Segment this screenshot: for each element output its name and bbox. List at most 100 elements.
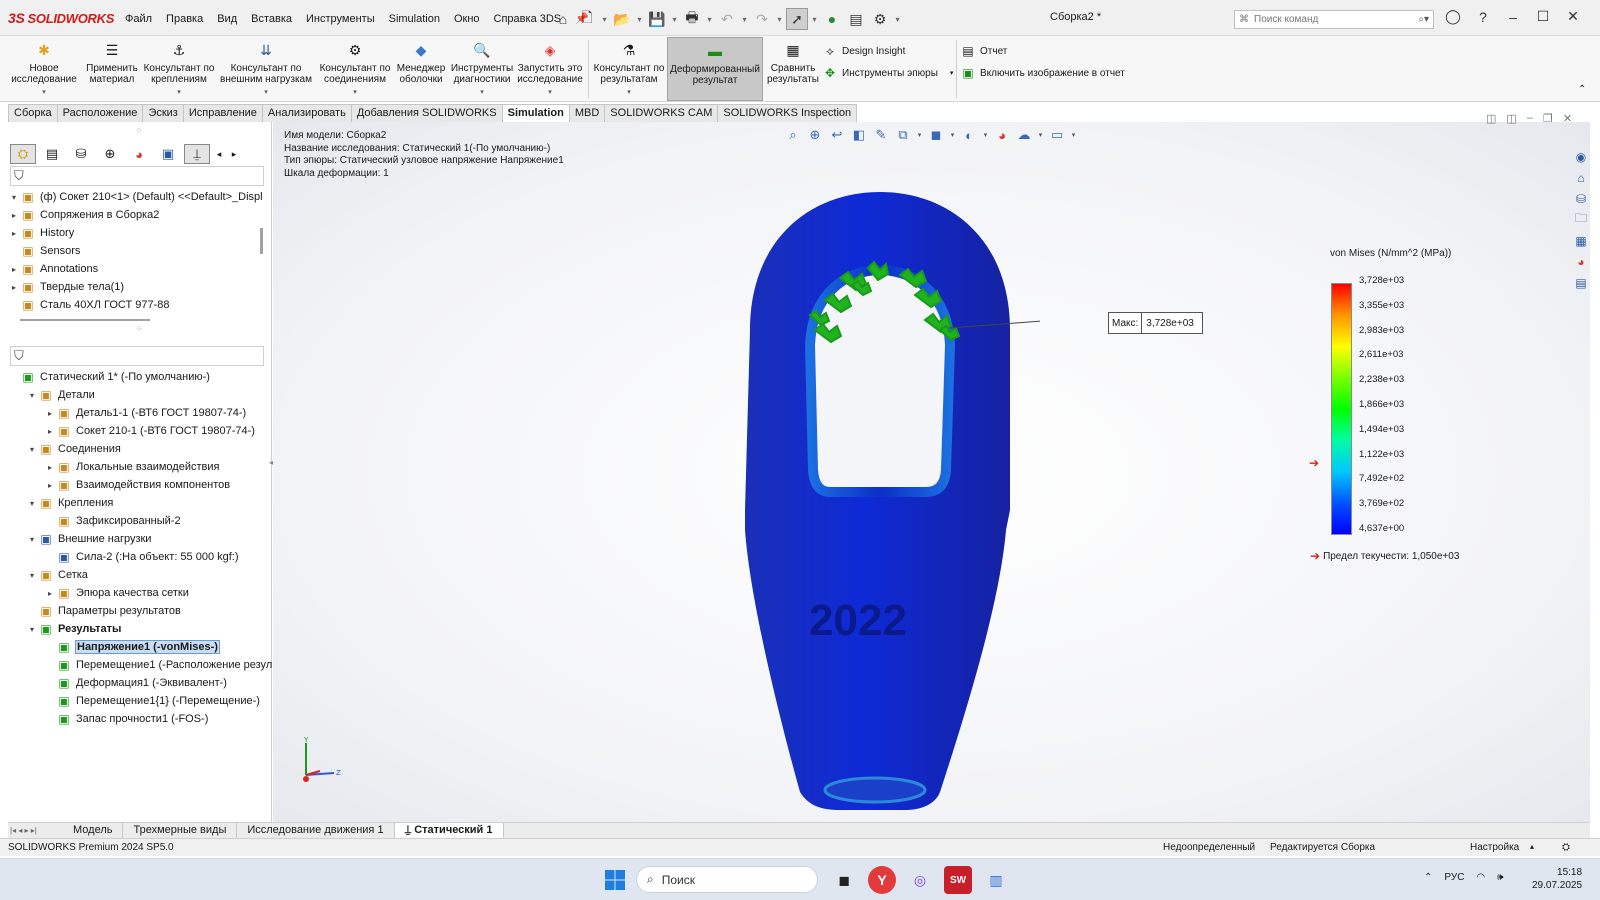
tree-item[interactable]: ▸ ▣ Локальные взаимодействия [8,458,300,476]
tree-item[interactable]: ▣ Запас прочности1 (-FOS-) [8,710,300,728]
chevron-down-icon[interactable]: ▾ [627,87,631,98]
diagnostic-tools-button[interactable]: 🔍 Инструменты диагностики ▾ [450,40,514,100]
filter-icon[interactable]: ⛉ [14,348,24,364]
menu-tools[interactable]: Инструменты [299,10,382,28]
tab-motion-study[interactable]: Исследование движения 1 [237,823,395,838]
tree-item[interactable]: ▾ ▣ (ф) Сокет 210<1> (Default) <<Default>_… [8,188,264,206]
minimize-icon[interactable]: – [1502,9,1524,25]
display-style-icon[interactable]: ◼ [927,127,945,143]
maximize-icon[interactable]: ☐ [1532,8,1554,25]
configuration-manager-tab-icon[interactable]: ⛁ [68,144,94,164]
feature-manager-tab-icon[interactable]: ⛭ [10,144,36,164]
tree-item[interactable]: ▣ Зафиксированный-2 [8,512,300,530]
tree-item[interactable]: ▣ Сталь 40ХЛ ГОСТ 977-88 [8,296,264,314]
close-icon[interactable]: ✕ [1563,112,1572,125]
rebuild-icon[interactable]: ⛭ [1562,842,1570,853]
chevron-down-icon[interactable]: ▾ [353,87,357,98]
chevron-down-icon[interactable]: ▾ [264,87,268,98]
language-indicator[interactable]: РУС [1444,872,1464,883]
tree-item[interactable]: ▾ ▣ Внешние нагрузки [8,530,300,548]
tab-layout[interactable]: Расположение [56,104,144,122]
next-view-icon[interactable]: ◫ [1506,112,1516,125]
external-loads-advisor-button[interactable]: ⇊ Консультант по внешним нагрузкам ▾ [218,40,314,100]
chevron-down-icon[interactable]: ▾ [740,15,749,24]
tree-item[interactable]: ▸ ▣ Деталь1-1 (-ВТ6 ГОСТ 19807-74-) [8,404,300,422]
monitor-icon[interactable]: ▭ [1048,127,1066,143]
gear-icon[interactable]: ⚙ [869,8,891,30]
view-orientation-icon[interactable]: ⧉ [894,127,912,143]
chevron-down-icon[interactable]: ▾ [810,15,819,24]
open-icon[interactable]: 📂 [611,8,633,30]
new-study-button[interactable]: ✱ Новое исследование ▾ [10,40,78,100]
tree-item[interactable]: ▸ ▣ Твердые тела(1) [8,278,264,296]
solidworks-logo[interactable]: 3S SOLIDWORKS [8,9,114,27]
expand-toggle-icon[interactable]: ▸ [44,589,56,598]
tab-mbd[interactable]: MBD [568,104,606,122]
appearance-icon[interactable]: ◕ [993,128,1011,143]
menu-file[interactable]: Файл [118,10,159,28]
expand-toggle-icon[interactable]: ▸ [44,409,56,418]
file-properties-icon[interactable]: ▤ [845,8,867,30]
tree-item[interactable]: ▣ Параметры результатов [8,602,300,620]
user-icon[interactable]: ◯ [1442,8,1464,25]
wifi-icon[interactable]: ◠ [1476,872,1485,883]
fixtures-advisor-button[interactable]: ⚓ Консультант по креплениям ▾ [142,40,216,100]
traffic-light-icon[interactable]: ● [821,8,843,30]
browser-icon[interactable]: ◎ [906,866,934,894]
tree-item[interactable]: ▾ ▣ Сетка [8,566,300,584]
tree-item[interactable]: ▾ ▣ Детали [8,386,300,404]
zoom-to-area-icon[interactable]: ⊕ [806,127,824,143]
expand-toggle-icon[interactable]: ▸ [44,481,56,490]
expand-toggle-icon[interactable]: ▾ [26,391,38,400]
tree-item[interactable]: ▸ ▣ Взаимодействия компонентов [8,476,300,494]
chevron-down-icon[interactable]: ▾ [916,131,923,139]
home-icon[interactable]: ⌂ [1572,169,1590,186]
taskbar-search[interactable]: ⌕ Поиск [636,866,818,893]
file-explorer-icon[interactable]: 🗀 [1572,211,1590,228]
command-search-input[interactable]: ⌘ Поиск команд ⌕▾ [1234,10,1434,29]
run-study-button[interactable]: ◈ Запустить это исследование ▾ [516,40,584,100]
simulation-tab-icon[interactable]: ⍊ [184,144,210,164]
chevron-down-icon[interactable]: ▾ [982,131,989,139]
tab-3d-views[interactable]: Трехмерные виды [123,823,238,838]
expand-toggle-icon[interactable]: ▾ [8,193,20,202]
tab-assembly[interactable]: Сборка [8,104,58,122]
select-icon[interactable]: ➚ [786,8,808,30]
design-insight-button[interactable]: ⟡ Design Insight [822,42,905,60]
print-icon[interactable]: 🖶 [681,8,703,30]
solidworks-taskbar-icon[interactable]: SW [944,866,972,894]
report-button[interactable]: ▤ Отчет [960,42,1007,60]
expand-toggle-icon[interactable]: ▾ [26,445,38,454]
prev-view-icon[interactable]: ◫ [1486,112,1496,125]
tab-model[interactable]: Модель [63,823,124,838]
view-palette-icon[interactable]: ▦ [1572,232,1590,249]
simulation-tree-filter[interactable]: ⛉ [10,346,264,366]
expand-toggle-icon[interactable]: ▾ [26,535,38,544]
tab-repair[interactable]: Исправление [182,104,263,122]
menu-insert[interactable]: Вставка [244,10,299,28]
tree-item[interactable]: ▸ ▣ Сокет 210-1 (-ВТ6 ГОСТ 19807-74-) [8,422,300,440]
tree-item[interactable]: ▣ Сила-2 (:На объект: 55 000 kgf:) [8,548,300,566]
help-icon[interactable]: ? [1472,9,1494,25]
close-icon[interactable]: ✕ [1562,8,1584,25]
chevron-down-icon[interactable]: ▾ [42,87,46,98]
dynamic-annotation-icon[interactable]: ✎ [872,127,890,143]
clock[interactable]: 15:18 29.07.2025 [1532,866,1582,892]
restore-icon[interactable]: ❐ [1543,112,1553,125]
tree-item[interactable]: ▣ Перемещение1 (-Расположение результата [8,656,300,674]
chevron-right-icon[interactable]: ▸ [228,144,240,164]
chevron-down-icon[interactable]: ▾ [1070,131,1077,139]
chevron-up-icon[interactable]: ▴ [1530,842,1534,851]
tree-item[interactable]: ▾ ▣ Крепления [8,494,300,512]
max-probe-label[interactable]: Макс: 3,728e+03 [1108,312,1203,334]
tree-item[interactable]: ▣ Напряжение1 (-vonMises-) [8,638,300,656]
chevron-down-icon[interactable]: ▾ [1037,131,1044,139]
volume-icon[interactable]: 🕪 [1497,872,1503,883]
plot-tools-button[interactable]: ✥ Инструменты эпюры ▾ [822,64,953,82]
menu-view[interactable]: Вид [210,10,244,28]
deformed-result-button[interactable]: ▬ Деформированный результат [667,37,763,101]
expand-toggle-icon[interactable]: ▸ [8,283,20,292]
expand-toggle-icon[interactable]: ▸ [8,265,20,274]
tree-item[interactable]: ▸ ▣ History [8,224,264,242]
chevron-down-icon[interactable]: ▾ [949,131,956,139]
